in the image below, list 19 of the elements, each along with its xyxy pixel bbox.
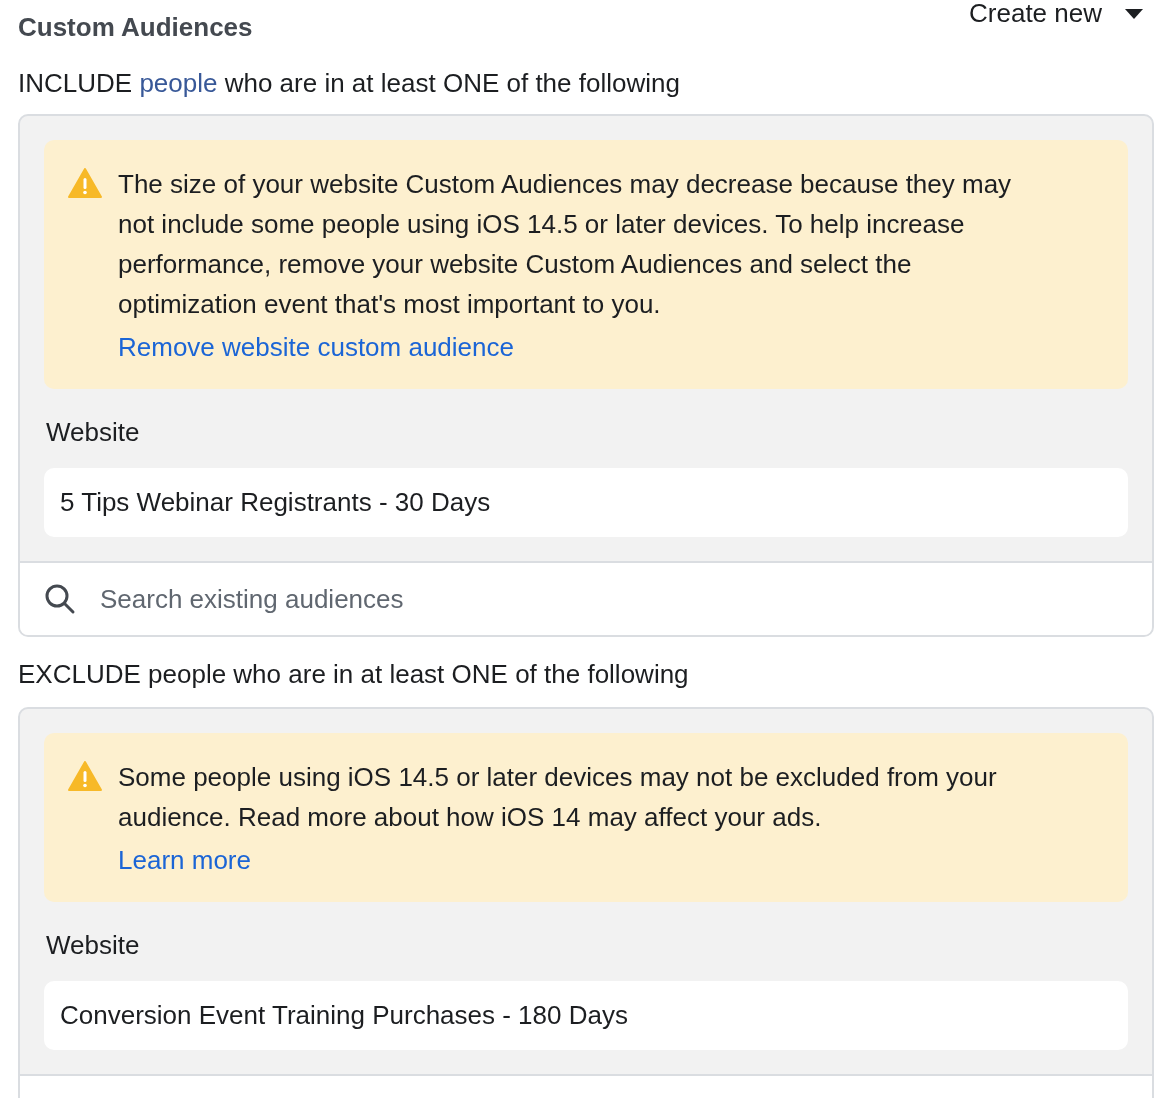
audience-rule-text: EXCLUDE people who are in at least ONE of the following — [18, 657, 690, 691]
warning-message: Some people using iOS 14.5 or later devices may not be excluded from your audience. Read more about how iOS 14 may affect your ads. — [118, 761, 998, 834]
people-link[interactable]: people — [139, 67, 218, 99]
search-icon — [44, 583, 76, 615]
audience-chip[interactable]: Conversion Event Training Purchases - 180 Days — [44, 981, 1128, 1050]
warning-link[interactable]: Learn more — [118, 845, 251, 876]
warning-icon — [68, 761, 102, 791]
warning-message: The size of your website Custom Audiences may decrease because they may not include some people using iOS 14.5 or later devices. To help increase performance, remove your website Custom Audiences and select the optimization event that's most important to you. — [118, 168, 1013, 321]
create-new-button[interactable]: Create new — [969, 0, 1154, 29]
group-label: Website — [46, 930, 141, 961]
caret-icon — [1124, 7, 1144, 20]
section-title: Custom Audiences — [18, 12, 253, 43]
warning-icon — [68, 168, 102, 198]
warning-link[interactable]: Remove website custom audience — [118, 332, 514, 363]
audience-rule-text: INCLUDE people who are in at least ONE of the following — [18, 66, 681, 101]
group-label: Website — [46, 417, 141, 448]
audience-chip[interactable]: 5 Tips Webinar Registrants - 30 Days — [44, 468, 1128, 537]
search-input[interactable]: Search existing audiences — [98, 582, 1128, 616]
search-field[interactable]: Search existing audiences — [20, 561, 1152, 635]
